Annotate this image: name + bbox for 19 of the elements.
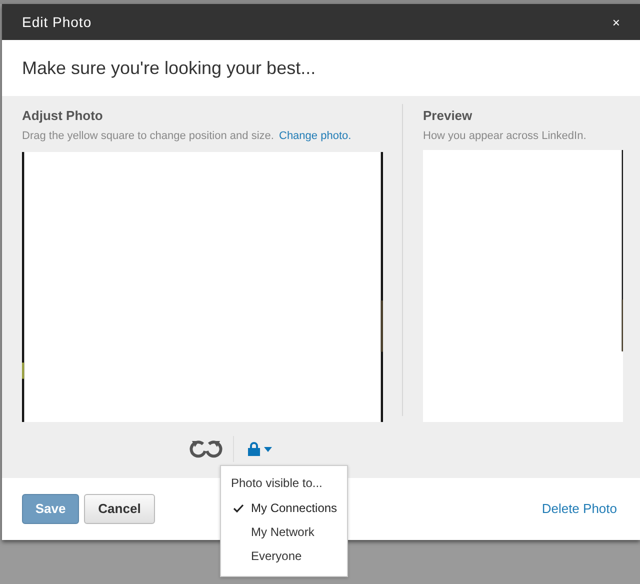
- delete-photo-link[interactable]: Delete Photo: [542, 499, 617, 519]
- rotate-icon[interactable]: [189, 438, 223, 460]
- checkmark-icon: [233, 504, 244, 512]
- caret-icon: [264, 446, 272, 452]
- section-hint: How you appear across LinkedIn.: [423, 128, 588, 144]
- lock-icon: [248, 442, 260, 456]
- menu-item[interactable]: Everyone: [221, 544, 347, 568]
- menu-item[interactable]: My Connections: [221, 496, 347, 520]
- window-title: Edit Photo: [22, 12, 92, 32]
- change-photo-link[interactable]: Change photo.: [279, 130, 352, 142]
- section-hint: Drag the yellow square to change position and size.: [22, 130, 274, 142]
- cancel-button[interactable]: Cancel: [84, 494, 155, 524]
- section-title: Adjust Photo: [22, 107, 104, 125]
- dialog-heading: Make sure you're looking your best...: [22, 56, 316, 80]
- menu-title: Photo visible to...: [230, 475, 324, 492]
- close-button[interactable]: ×: [612, 16, 620, 28]
- menu-item[interactable]: My Network: [221, 520, 347, 544]
- privacy-dropdown-button[interactable]: [248, 442, 272, 456]
- section-title: Preview: [423, 107, 474, 125]
